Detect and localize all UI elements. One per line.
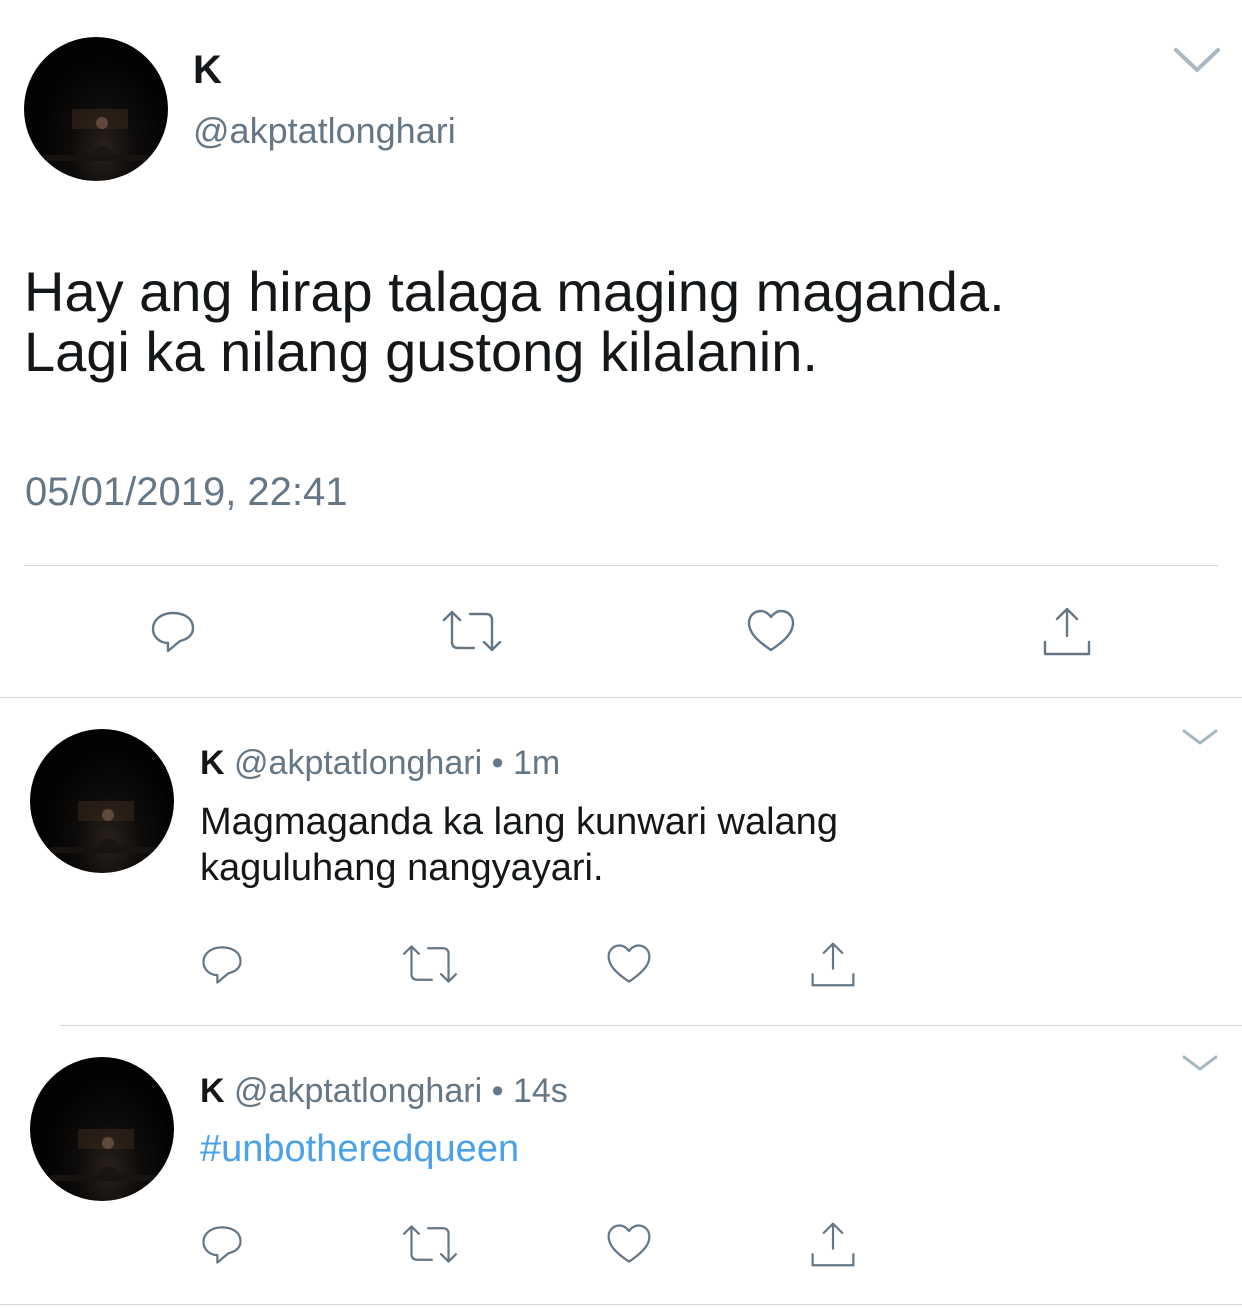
reply-header: K @akptatlonghari • 14s xyxy=(200,1071,568,1111)
username-handle[interactable]: @akptatlonghari xyxy=(193,110,456,152)
reply-icon xyxy=(202,946,242,984)
share-icon xyxy=(811,942,855,987)
reply-header: K @akptatlonghari • 1m xyxy=(200,743,560,783)
chevron-down-icon[interactable] xyxy=(1180,1052,1220,1074)
avatar[interactable] xyxy=(30,1057,174,1201)
tweet-text-line-1: Magmaganda ka lang kunwari walang xyxy=(200,801,838,843)
avatar-image xyxy=(44,109,148,161)
tweet-time[interactable]: 1m xyxy=(513,744,560,782)
chevron-down-icon[interactable] xyxy=(1172,44,1222,74)
separator-dot: • xyxy=(491,1072,504,1110)
share-icon xyxy=(811,1222,855,1267)
divider xyxy=(24,565,1218,566)
heart-icon xyxy=(747,609,795,652)
share-button[interactable] xyxy=(1040,604,1094,658)
display-name[interactable]: K xyxy=(200,1072,225,1110)
reply-icon xyxy=(202,1226,242,1264)
reply-button[interactable] xyxy=(197,1219,247,1269)
reply-icon xyxy=(151,611,195,653)
tweet-text-line-1: Hay ang hirap talaga maging maganda. xyxy=(24,260,1005,323)
divider xyxy=(0,697,1242,698)
tweet-text: #unbotheredqueen xyxy=(200,1126,1180,1172)
like-button[interactable] xyxy=(744,604,798,658)
display-name[interactable]: K xyxy=(193,46,222,94)
tweet-time[interactable]: 14s xyxy=(513,1072,568,1110)
hashtag-link[interactable]: #unbotheredqueen xyxy=(200,1128,519,1170)
divider xyxy=(0,1304,1242,1305)
avatar[interactable] xyxy=(30,729,174,873)
retweet-button[interactable] xyxy=(400,939,460,989)
heart-icon xyxy=(607,1224,651,1263)
tweet-text-line-2: kaguluhang nangyayari. xyxy=(200,847,604,889)
share-button[interactable] xyxy=(808,939,858,989)
like-button[interactable] xyxy=(604,939,654,989)
reply-button[interactable] xyxy=(197,939,247,989)
avatar-image xyxy=(50,1129,154,1181)
retweet-button[interactable] xyxy=(400,1219,460,1269)
tweet-text: Magmaganda ka lang kunwari walang kaguluh… xyxy=(200,799,1180,891)
heart-icon xyxy=(607,944,651,983)
retweet-button[interactable] xyxy=(440,604,504,658)
tweet-timestamp[interactable]: 05/01/2019, 22:41 xyxy=(25,468,348,516)
chevron-down-icon[interactable] xyxy=(1180,726,1220,748)
username-handle[interactable]: @akptatlonghari xyxy=(234,744,482,782)
username-handle[interactable]: @akptatlonghari xyxy=(234,1072,482,1110)
separator-dot: • xyxy=(491,744,504,782)
display-name[interactable]: K xyxy=(200,744,225,782)
retweet-icon xyxy=(402,1225,458,1263)
share-icon xyxy=(1043,607,1091,656)
divider xyxy=(60,1025,1242,1026)
tweet-text-line-2: Lagi ka nilang gustong kilalanin. xyxy=(24,320,818,383)
avatar[interactable] xyxy=(24,37,168,181)
avatar-image xyxy=(50,801,154,853)
like-button[interactable] xyxy=(604,1219,654,1269)
reply-button[interactable] xyxy=(146,604,200,658)
retweet-icon xyxy=(442,610,502,652)
retweet-icon xyxy=(402,945,458,983)
tweet-text: Hay ang hirap talaga maging maganda. Lagi… xyxy=(24,262,1204,382)
share-button[interactable] xyxy=(808,1219,858,1269)
